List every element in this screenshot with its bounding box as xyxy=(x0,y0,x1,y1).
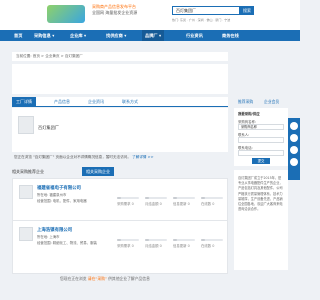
sidebar-description: 百灯集团厂成立于2015年，是专业从事电器配件生产的企业，产品包括灯具及其他配件… xyxy=(234,170,288,270)
metric-fill xyxy=(201,239,206,241)
contact-field[interactable] xyxy=(238,137,284,143)
company-title: 百灯集团厂 xyxy=(38,125,59,130)
header: 采购商产品信息发布平台 全国网 海量批发企业资源 百灯集团厂 搜索 热门: 东莞… xyxy=(0,0,300,30)
metric-label: 在线数 0 xyxy=(201,244,215,248)
company-photo xyxy=(18,116,34,134)
tab-factory-detail[interactable]: 工厂详情 xyxy=(12,97,36,107)
metric-fill xyxy=(117,239,122,241)
sidebar-tab-members[interactable]: 企业会员 xyxy=(264,97,279,107)
metric-label: 信息更新 0 xyxy=(173,244,190,248)
footer-note: 您现在正在浏览 请在“采购” 供其他企业了解产品信息 xyxy=(60,276,150,282)
company-location: 所在地: 福建泉州市 xyxy=(37,193,67,197)
company-scope: 经营范围: 电机、配件、家用电器 xyxy=(37,199,87,203)
metric-label: 采购需求 0 xyxy=(117,202,134,206)
hot-keywords[interactable]: 热门: 东莞 · 广州 · 深圳 · 佛山 · 厦门 · 宁波 xyxy=(172,18,230,22)
metric-bar xyxy=(201,239,223,241)
service-icon[interactable] xyxy=(290,122,298,130)
nav-item-suppliers[interactable]: 找供应商 ▾ xyxy=(106,30,126,41)
submit-button[interactable]: 提交 xyxy=(252,158,270,164)
metric-label: 采购需求 0 xyxy=(117,244,134,248)
top-icon[interactable] xyxy=(290,158,298,166)
phone-field[interactable] xyxy=(238,150,284,156)
company-logo xyxy=(19,227,33,241)
metric-fill xyxy=(145,197,150,199)
company-name-field[interactable]: 采购商名称 xyxy=(238,124,284,130)
notice-link[interactable]: 了解详情 >> xyxy=(132,155,154,159)
nav-item-news[interactable]: 行业资讯 xyxy=(186,30,203,41)
company-location: 所在地: 上海市 xyxy=(37,235,60,239)
metric-bar xyxy=(145,197,167,199)
metric-fill xyxy=(117,197,122,199)
metric-label: 月结金额 0 xyxy=(145,202,162,206)
phone-icon[interactable] xyxy=(290,134,298,142)
metric-label: 月结金额 0 xyxy=(145,244,162,248)
search-input[interactable]: 百灯集团厂 xyxy=(172,6,240,15)
metric-bar xyxy=(173,239,195,241)
metric-bar xyxy=(201,197,223,199)
metric-bar xyxy=(117,239,139,241)
tab-news[interactable]: 企业资讯 xyxy=(88,97,104,107)
footer-suffix: 供其他企业了解产品信息 xyxy=(108,276,150,281)
metric-label: 信息更新 0 xyxy=(173,202,190,206)
tab-contact[interactable]: 联系方式 xyxy=(122,97,138,107)
company-name[interactable]: 福建省福电子有限公司 xyxy=(37,185,81,191)
sidebar-form: 我要采购/供应 采购商名称: 采购商名称 联系人: 联系电话: 提交 xyxy=(234,108,288,166)
footer-highlight[interactable]: 请在“采购” xyxy=(88,276,107,281)
footer-prefix: 您现在正在浏览 xyxy=(60,276,87,281)
metric-bar xyxy=(117,197,139,199)
metric-fill xyxy=(145,239,150,241)
metric-fill xyxy=(201,197,206,199)
company-tabs: 工厂详情 产品信息 企业资讯 联系方式 xyxy=(12,97,228,107)
slogan-line2: 全国网 海量批发企业资源 xyxy=(92,10,138,15)
metric-label: 在线数 0 xyxy=(201,202,215,206)
notice: 您正在浏览 "百灯集团厂" 页面以企业对不详情概况信息，暂时无法访问。 了解详情… xyxy=(12,155,228,160)
site-logo[interactable] xyxy=(47,3,87,25)
floating-toolbar xyxy=(288,118,300,180)
tab-products[interactable]: 产品信息 xyxy=(54,97,70,107)
company-card[interactable]: 上海浩镇有限公司 所在地: 上海市 经营范围: 精细化工、物流、贸易、服装 采购… xyxy=(12,220,228,274)
nav-item-companies[interactable]: 企业库 ▾ xyxy=(70,30,86,41)
metric-fill xyxy=(173,239,178,241)
section-heading: 相关采购推荐企业 xyxy=(12,169,44,174)
company-description: 百灯集团厂成立于2015年，是专业从事电器配件生产的企业，产品包括灯具及其他配件… xyxy=(238,176,283,212)
nav-item-brands[interactable]: 品牌厂 ▾ xyxy=(142,30,165,41)
metric-bar xyxy=(145,239,167,241)
nav-item-purchase[interactable]: 采购信息 ▾ xyxy=(34,30,54,41)
company-banner xyxy=(12,64,228,94)
main-nav: 首页 采购信息 ▾ 企业库 ▾ 找供应商 ▾ 品牌厂 ▾ 行业资讯 商务在线 xyxy=(0,30,300,41)
slogan: 采购商产品信息发布平台 全国网 海量批发企业资源 xyxy=(92,4,137,16)
search-button[interactable]: 搜索 xyxy=(240,6,254,15)
company-name[interactable]: 上海浩镇有限公司 xyxy=(37,227,72,233)
sidebar-tabs: 推荐采购 企业会员 xyxy=(234,97,288,107)
wechat-icon[interactable] xyxy=(290,146,298,154)
section-tab[interactable]: 相关采购企业 xyxy=(82,167,114,176)
logo-mark xyxy=(47,5,85,23)
nav-item-home[interactable]: 首页 xyxy=(14,30,22,41)
breadcrumb[interactable]: 当前位置: 首页 > 企业黄页 > 百灯集团厂 xyxy=(12,52,228,61)
metric-fill xyxy=(173,197,178,199)
metric-bar xyxy=(173,197,195,199)
sidebar-tab-purchase[interactable]: 推荐采购 xyxy=(238,97,253,107)
nav-item-online[interactable]: 商务在线 xyxy=(222,30,239,41)
company-scope: 经营范围: 精细化工、物流、贸易、服装 xyxy=(37,241,97,245)
company-logo xyxy=(19,185,33,199)
sidebar-heading: 我要采购/供应 xyxy=(238,112,260,116)
notice-text: 您正在浏览 "百灯集团厂" 页面以企业对不详情概况信息，暂时无法访问。 xyxy=(14,155,131,159)
